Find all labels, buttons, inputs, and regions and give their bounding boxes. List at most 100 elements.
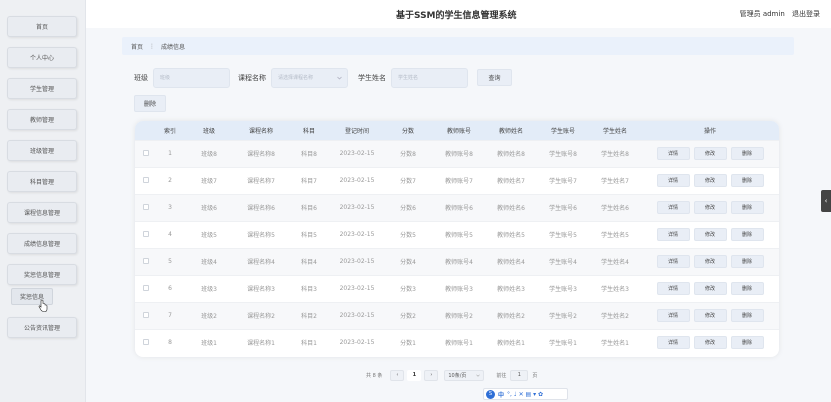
detail-button[interactable]: 详情 [656,336,690,350]
cell-teacher-name: 教师姓名5 [485,220,537,248]
cell-index: 8 [157,328,183,356]
ime-toolbar[interactable]: S 中 °, ♩ ✕ ▤ ▾ ✿ [483,388,568,400]
cell-student-account: 学生账号6 [537,193,589,221]
cell-date: 2023-02-15 [331,139,383,167]
sidebar-item-home[interactable]: 首页 [7,16,77,37]
row-checkbox-cell [135,193,157,221]
cell-actions: 详情 修改 删除 [641,193,779,221]
cell-student-name: 学生姓名2 [589,301,641,329]
detail-button[interactable]: 详情 [656,201,690,214]
sidebar-item-classes[interactable]: 班级管理 [7,140,77,161]
delete-button[interactable]: 删除 [730,228,764,241]
delete-button[interactable]: 删除 [730,255,764,268]
row-checkbox[interactable] [143,311,149,318]
row-checkbox[interactable] [143,203,149,210]
row-checkbox-cell [135,139,157,167]
row-checkbox[interactable] [143,284,149,291]
header-student-account: 学生账号 [537,121,589,140]
detail-button[interactable]: 详情 [656,255,690,268]
student-name-input[interactable]: 学生姓名 [391,67,468,88]
breadcrumb: 首页 ⋮ 成绩信息 [122,37,794,55]
batch-delete-button[interactable]: 删除 [134,95,166,112]
class-input[interactable]: 班级 [153,67,230,88]
header-checkbox-cell [135,121,157,140]
cell-student-name: 学生姓名1 [589,328,641,356]
sidebar-item-grades[interactable]: 成绩信息管理 [7,233,77,254]
detail-button[interactable]: 详情 [656,147,690,160]
ime-language[interactable]: 中 [498,390,504,399]
page-number-current[interactable]: 1 [407,369,422,381]
delete-button[interactable]: 删除 [730,201,764,214]
sidebar-item-students[interactable]: 学生管理 [7,78,77,99]
sidebar-item-courses[interactable]: 课程信息管理 [7,202,77,223]
row-checkbox[interactable] [143,230,149,237]
cell-subject: 科目3 [287,274,331,302]
cell-date: 2023-02-15 [331,220,383,248]
cell-teacher-name: 教师姓名7 [485,166,537,194]
course-select[interactable]: 请选择课程名称 [271,67,348,88]
cell-course: 课程名称2 [235,301,287,329]
row-checkbox-cell [135,274,157,302]
header-actions: 操作 [641,121,779,140]
detail-button[interactable]: 详情 [656,228,690,241]
sidebar-item-subjects[interactable]: 科目管理 [7,171,77,192]
cell-index: 1 [157,139,183,167]
sidebar-item-rewards[interactable]: 奖惩信息管理 [7,264,77,285]
edit-button[interactable]: 修改 [693,282,727,295]
cell-index: 7 [157,301,183,329]
delete-button[interactable]: 删除 [730,147,764,160]
table-row: 8 班级1 课程名称1 科目1 2023-02-15 分数1 教师账号1 教师姓名1 学生账号1… [135,328,779,356]
cell-teacher-name: 教师姓名3 [485,274,537,302]
pagination-total: 共 8 条 [366,372,383,379]
edit-button[interactable]: 修改 [693,228,727,241]
cell-course: 课程名称6 [235,193,287,221]
sidebar-item-teachers[interactable]: 教师管理 [7,109,77,130]
detail-button[interactable]: 详情 [656,309,690,322]
row-checkbox[interactable] [143,257,149,264]
ime-tool-icons[interactable]: °, ♩ ✕ ▤ ▾ ✿ [507,391,543,398]
edit-button[interactable]: 修改 [693,174,727,187]
cell-student-name: 学生姓名4 [589,247,641,275]
edit-button[interactable]: 修改 [693,147,727,160]
edit-button[interactable]: 修改 [693,309,727,322]
cell-index: 3 [157,193,183,221]
system-title: 基于SSM的学生信息管理系统 [396,11,517,21]
detail-button[interactable]: 详情 [656,174,690,187]
delete-button[interactable]: 删除 [730,282,764,295]
cell-student-name: 学生姓名6 [589,193,641,221]
page-size-value: 10条/页 [448,372,467,379]
top-bar: 基于SSM的学生信息管理系统 管理员 admin 退出登录 [86,0,831,28]
sidebar-item-announcements[interactable]: 公告资讯管理 [7,317,77,338]
header-score: 分数 [383,121,433,140]
next-page-button[interactable]: › [424,369,439,381]
edit-button[interactable]: 修改 [693,336,727,350]
query-button[interactable]: 查询 [477,69,512,86]
logout-link[interactable]: 退出登录 [792,10,820,18]
delete-button[interactable]: 删除 [730,174,764,187]
cell-date: 2023-02-15 [331,274,383,302]
side-drawer-handle[interactable]: ‹ [821,190,831,212]
delete-button[interactable]: 删除 [730,336,764,350]
delete-button[interactable]: 删除 [730,309,764,322]
sidebar-item-profile[interactable]: 个人中心 [7,47,77,68]
cell-date: 2023-02-15 [331,166,383,194]
row-checkbox[interactable] [143,338,149,345]
header-class: 班级 [183,121,235,140]
row-checkbox[interactable] [143,176,149,183]
sidebar: 首页 个人中心 学生管理 教师管理 班级管理 科目管理 课程信息管理 成绩信息管… [0,0,86,402]
row-checkbox[interactable] [143,149,149,156]
breadcrumb-home[interactable]: 首页 [131,42,143,51]
table-row: 2 班级7 课程名称7 科目7 2023-02-15 分数7 教师账号7 教师姓名7 学生账号7… [135,166,779,194]
data-table: 索引 班级 课程名称 科目 登记时间 分数 教师账号 教师姓名 学生账号 学生姓… [135,121,779,357]
page-size-select[interactable]: 10条/页 [444,369,485,381]
prev-page-button[interactable]: ‹ [390,369,405,381]
cell-class: 班级7 [183,166,235,194]
cell-index: 5 [157,247,183,275]
goto-page-input[interactable]: 1 [510,369,529,381]
cell-subject: 科目1 [287,328,331,356]
edit-button[interactable]: 修改 [693,255,727,268]
edit-button[interactable]: 修改 [693,201,727,214]
detail-button[interactable]: 详情 [656,282,690,295]
table-row: 4 班级5 课程名称5 科目5 2023-02-15 分数5 教师账号5 教师姓名5 学生账号5… [135,220,779,248]
cell-score: 分数4 [383,247,433,275]
